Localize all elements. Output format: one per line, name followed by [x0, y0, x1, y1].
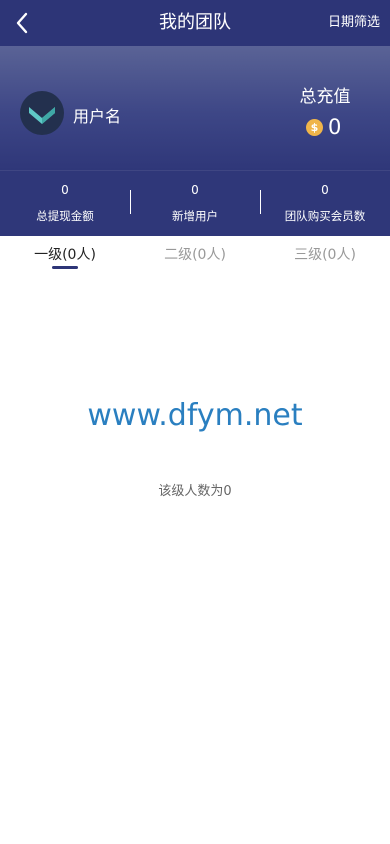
stat-label: 团队购买会员数 — [284, 209, 366, 223]
avatar — [20, 91, 64, 135]
stat-value: 0 — [191, 183, 199, 197]
empty-state-message: 该级人数为0 — [158, 484, 232, 499]
profile-header: 用户名 总充值 $ 0 — [0, 46, 390, 170]
checkmark-logo-icon — [29, 107, 55, 124]
tab-level-1[interactable]: 一级(0人) — [0, 235, 130, 275]
username: 用户名 — [73, 107, 122, 126]
top-navbar: 我的团队 日期筛选 — [0, 0, 390, 46]
date-filter-button[interactable]: 日期筛选 — [328, 0, 380, 46]
stat-new-users: 0 新增用户 — [130, 171, 260, 236]
stats-bar: 0 总提现金额 0 新增用户 0 团队购买会员数 — [0, 170, 390, 236]
coin-icon: $ — [306, 118, 323, 136]
total-recharge-label: 总充值 — [299, 87, 351, 107]
stat-total-withdrawal: 0 总提现金额 — [0, 171, 130, 236]
tab-level-3[interactable]: 三级(0人) — [260, 235, 390, 275]
stat-label: 新增用户 — [172, 209, 218, 223]
stat-value: 0 — [61, 183, 69, 197]
tab-level-2[interactable]: 二级(0人) — [130, 235, 260, 275]
watermark-text: www.dfym.net — [87, 398, 303, 433]
stat-team-members: 0 团队购买会员数 — [260, 171, 390, 236]
total-recharge-value-row: $ 0 — [306, 114, 341, 140]
stat-label: 总提现金额 — [36, 209, 94, 223]
stat-value: 0 — [321, 183, 329, 197]
total-recharge-value: 0 — [328, 115, 342, 139]
active-tab-indicator — [52, 266, 78, 269]
level-tabs: 一级(0人) 二级(0人) 三级(0人) — [0, 235, 390, 275]
